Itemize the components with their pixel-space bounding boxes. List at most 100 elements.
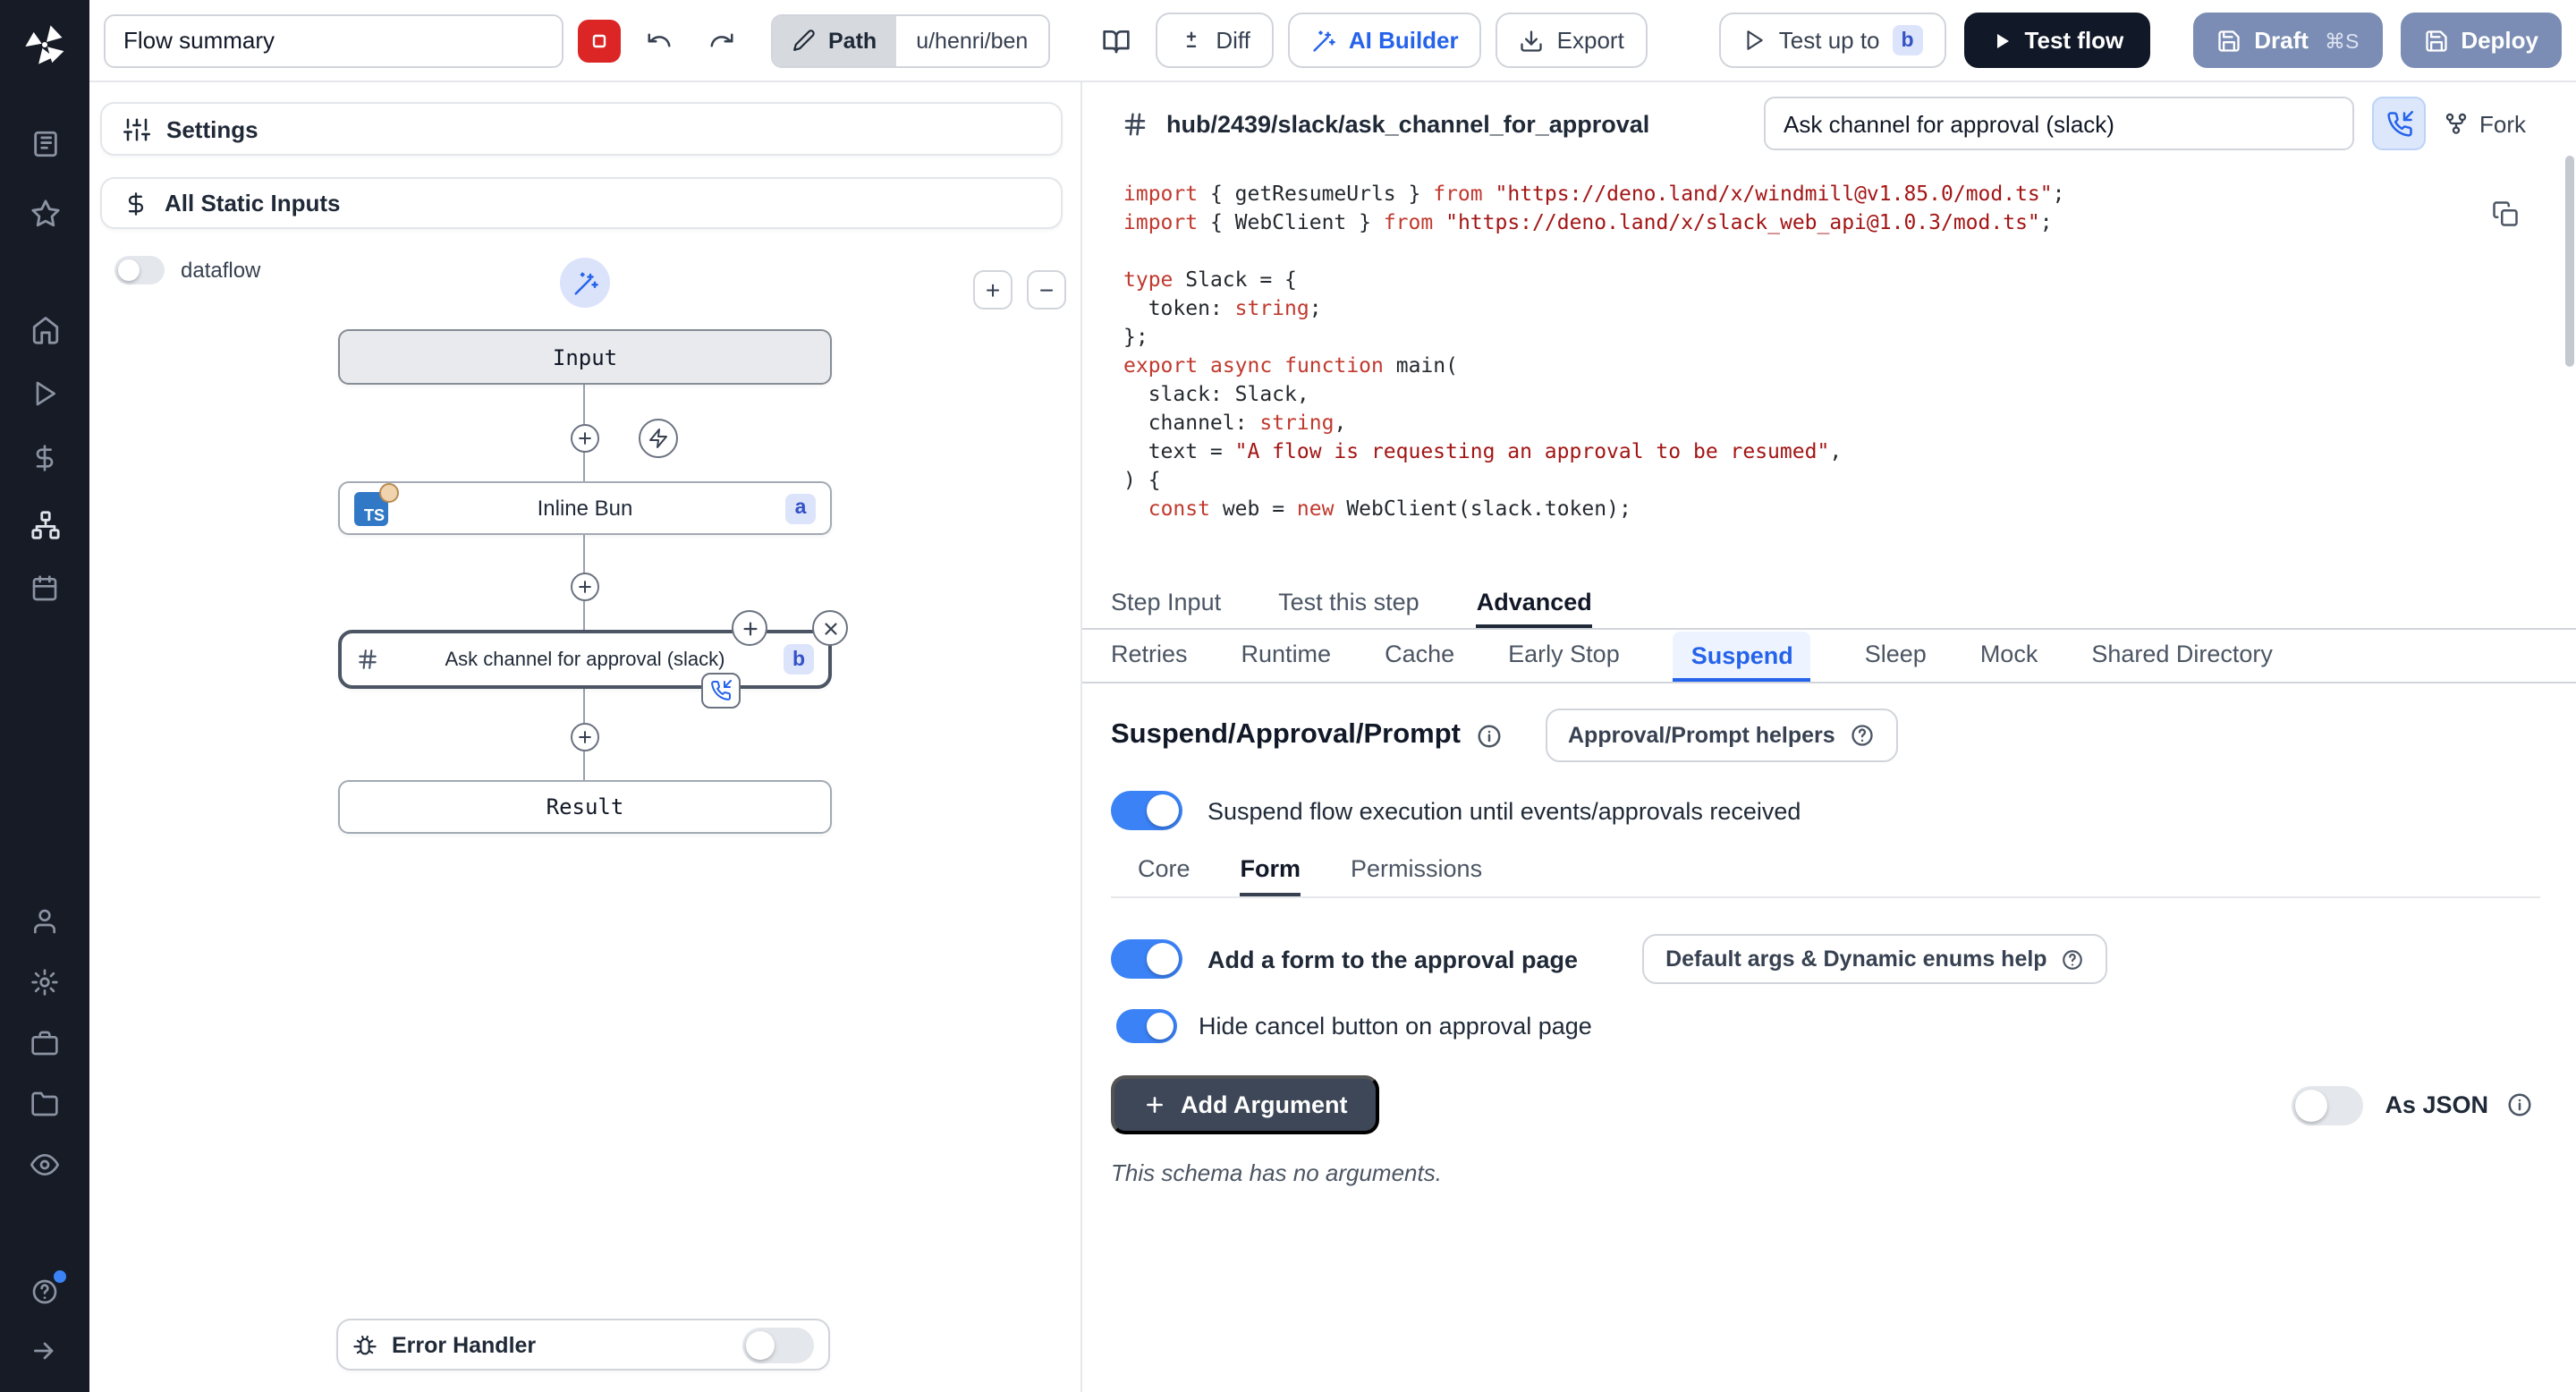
hide-cancel-toggle[interactable] [1116, 1009, 1177, 1043]
add-form-label: Add a form to the approval page [1208, 946, 1578, 972]
fork-button[interactable]: Fork [2444, 110, 2526, 137]
eye-icon[interactable] [18, 1138, 72, 1192]
undo-button[interactable] [635, 16, 683, 64]
error-handler-toggle[interactable] [742, 1327, 814, 1362]
plus-move-icon [740, 618, 759, 638]
dataflow-toggle[interactable] [114, 256, 165, 284]
docs-button[interactable] [1092, 16, 1140, 64]
trigger-button[interactable] [639, 419, 678, 458]
step-badge-b: b [784, 644, 814, 675]
tab-retries[interactable]: Retries [1111, 641, 1188, 682]
tab-sleep[interactable]: Sleep [1865, 641, 1927, 682]
approval-helpers-button[interactable]: Approval/Prompt helpers [1545, 709, 1898, 762]
path-edit-chip[interactable]: Path [773, 15, 896, 65]
wand-icon [572, 269, 598, 296]
phone-incoming-icon [2385, 110, 2412, 137]
tab-suspend[interactable]: Suspend [1674, 632, 1811, 682]
flow-summary-input[interactable] [104, 13, 564, 67]
tab-runtime[interactable]: Runtime [1241, 641, 1332, 682]
approval-helpers-label: Approval/Prompt helpers [1568, 723, 1835, 748]
notebook-icon[interactable] [18, 116, 72, 170]
draft-button[interactable]: Draft ⌘S [2193, 13, 2382, 68]
add-argument-label: Add Argument [1181, 1091, 1348, 1118]
book-icon [1102, 26, 1131, 55]
scrollbar-thumb[interactable] [2565, 156, 2574, 367]
zoom-controls: + − [973, 270, 1066, 310]
redo-button[interactable] [698, 16, 746, 64]
wand-icon [1311, 28, 1336, 53]
tab-cache[interactable]: Cache [1385, 641, 1454, 682]
ai-builder-button[interactable]: AI Builder [1288, 13, 1482, 68]
flow-settings-row[interactable]: Settings [100, 102, 1063, 156]
add-step-button[interactable] [571, 723, 599, 751]
node-input[interactable]: Input [338, 329, 832, 385]
suspend-indicator[interactable] [701, 673, 741, 709]
phone-incoming-icon [710, 680, 732, 701]
step-badge-a: a [785, 493, 816, 523]
as-json-toggle[interactable] [2292, 1085, 2363, 1125]
hide-cancel-label: Hide cancel button on approval page [1199, 1013, 1592, 1040]
node-approval-label: Ask channel for approval (slack) [342, 649, 828, 670]
play-icon[interactable] [18, 367, 72, 420]
windmill-logo[interactable] [18, 18, 72, 72]
folder-icon[interactable] [18, 1077, 72, 1131]
tab-test-this-step[interactable]: Test this step [1278, 589, 1419, 628]
copy-icon [2492, 200, 2519, 227]
static-inputs-row[interactable]: All Static Inputs [100, 177, 1063, 229]
copy-code-button[interactable] [2492, 200, 2519, 227]
suspend-toggle[interactable] [1111, 791, 1182, 830]
tab-mock[interactable]: Mock [1980, 641, 2038, 682]
subtab-permissions[interactable]: Permissions [1351, 855, 1482, 896]
tab-shared-directory[interactable]: Shared Directory [2091, 641, 2273, 682]
zoom-out-button[interactable]: − [1027, 270, 1066, 310]
square-icon [594, 35, 605, 46]
add-argument-button[interactable]: Add Argument [1111, 1075, 1380, 1134]
briefcase-icon[interactable] [18, 1016, 72, 1070]
path-control[interactable]: Path u/henri/ben [771, 13, 1049, 67]
step-summary-input[interactable] [1764, 97, 2354, 150]
node-inline-bun-label: Inline Bun [340, 496, 830, 521]
delete-step-button[interactable] [812, 610, 848, 646]
deploy-button[interactable]: Deploy [2400, 13, 2562, 68]
subtab-core[interactable]: Core [1138, 855, 1191, 896]
node-inline-bun[interactable]: TS Inline Bun a [338, 481, 832, 535]
help-icon[interactable] [18, 1265, 72, 1319]
red-square-button[interactable] [578, 19, 621, 62]
default-args-help-button[interactable]: Default args & Dynamic enums help [1642, 934, 2108, 984]
tab-early-stop[interactable]: Early Stop [1508, 641, 1620, 682]
node-result[interactable]: Result [338, 780, 832, 834]
flow-graph-panel: Settings All Static Inputs dataflow + − [89, 82, 1082, 1392]
info-icon [2506, 1091, 2533, 1118]
ai-flow-button[interactable] [560, 258, 610, 308]
step-detail-panel: hub/2439/slack/ask_channel_for_approval … [1082, 82, 2576, 1392]
calendar-icon[interactable] [18, 562, 72, 615]
export-button[interactable]: Export [1496, 13, 1648, 68]
star-icon[interactable] [18, 186, 72, 240]
error-handler-row[interactable]: Error Handler [336, 1319, 830, 1371]
diff-icon [1178, 28, 1203, 53]
play-outline-icon [1743, 29, 1767, 52]
dollar-icon[interactable] [18, 431, 72, 485]
zoom-in-button[interactable]: + [973, 270, 1013, 310]
add-step-button[interactable] [571, 573, 599, 601]
home-icon[interactable] [18, 302, 72, 356]
tab-advanced[interactable]: Advanced [1477, 589, 1592, 628]
gear-icon[interactable] [18, 955, 72, 1009]
tab-step-input[interactable]: Step Input [1111, 589, 1221, 628]
suspend-status-button[interactable] [2372, 97, 2426, 150]
collapse-icon[interactable] [18, 1324, 72, 1378]
add-form-toggle[interactable] [1111, 939, 1182, 979]
move-step-button[interactable] [732, 610, 767, 646]
user-icon[interactable] [18, 895, 72, 948]
add-step-button[interactable] [571, 424, 599, 453]
workflow-icon[interactable] [18, 497, 72, 551]
suspend-sub-tabs: Core Form Permissions [1111, 855, 2540, 898]
test-up-to-button[interactable]: Test up to b [1720, 13, 1946, 68]
test-flow-button[interactable]: Test flow [1964, 13, 2151, 68]
save-icon [2423, 28, 2448, 53]
diff-button[interactable]: Diff [1155, 13, 1274, 68]
code-editor[interactable]: import { getResumeUrls } from "https://d… [1082, 165, 2576, 580]
diff-label: Diff [1216, 27, 1250, 54]
sliders-icon [123, 115, 150, 142]
subtab-form[interactable]: Form [1241, 855, 1301, 896]
